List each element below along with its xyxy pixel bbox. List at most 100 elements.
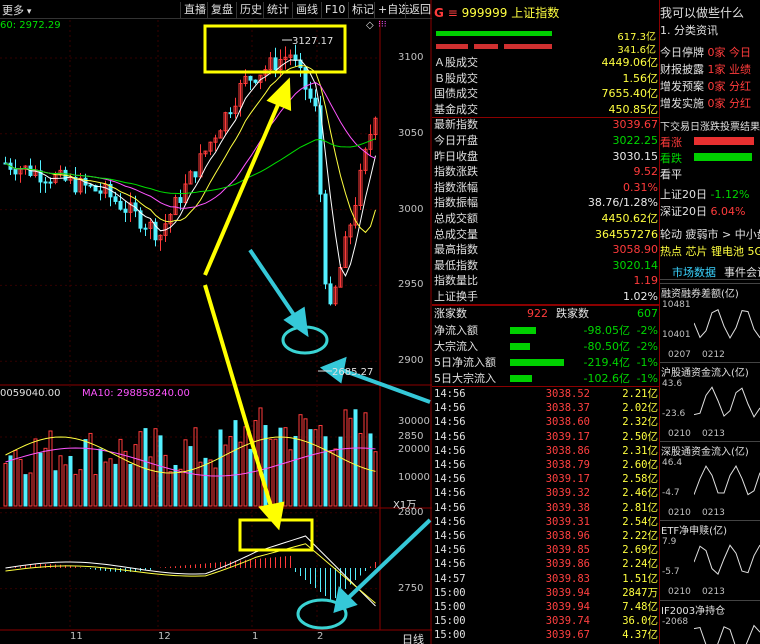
quote-key: 指数涨幅 (434, 180, 478, 194)
volume-bar (318, 424, 323, 507)
candle (38, 160, 43, 193)
side-stat-key: 今日停牌 (660, 46, 704, 59)
tick-price: 3039.86 (545, 558, 590, 571)
tick-amount: 2.22亿 (622, 530, 658, 542)
mini-panel-ytick: 10481 (662, 300, 691, 310)
candle (83, 173, 88, 194)
volume-bar (28, 472, 33, 507)
price-tick: 3000 (398, 203, 424, 215)
quote-value: 1.19 (633, 274, 659, 288)
flow-key: 5日大宗流入 (434, 372, 496, 385)
toolbar-button-1[interactable]: 复盘 (207, 2, 236, 18)
toolbar-button-4[interactable]: 画线 (292, 2, 321, 18)
vol-label-a: 0059040.00 (0, 388, 61, 399)
volume-bar (308, 429, 313, 507)
volume-bar (163, 454, 168, 507)
side-index: 上证20日 -1.12% (660, 186, 760, 202)
toolbar-button-5[interactable]: F10 (321, 2, 348, 18)
quote-key: 指数量比 (434, 274, 478, 288)
toolbar-button-3[interactable]: 统计 (263, 2, 292, 18)
kline-chart[interactable]: 3127.17 2685.27 (0, 0, 432, 644)
quote-value: 3039.67 (612, 118, 659, 132)
price-tick: 3100 (398, 52, 424, 63)
candle (98, 183, 103, 201)
settings-icon[interactable]: ⁝⁝⁝ (378, 20, 387, 30)
volume-bar (3, 462, 8, 507)
mini-panel-line (694, 624, 760, 644)
candle (68, 173, 73, 185)
quote-value: 3058.90 (612, 243, 659, 257)
toolbar-button-6[interactable]: 标记 (348, 2, 377, 18)
tab-events[interactable]: 事件会议 (724, 264, 760, 280)
tick-time: 15:00 (434, 615, 466, 628)
stock-code: 999999 (461, 6, 508, 20)
mini-panel-xtick: 0210 (668, 508, 691, 518)
tab-market-data[interactable]: 市场数据 (672, 264, 716, 280)
volume-bar (373, 451, 378, 507)
tick-price: 3038.52 (545, 388, 590, 400)
side-tabs: 市场数据 事件会议 (660, 262, 760, 280)
tick-amount: 2.32亿 (622, 416, 658, 429)
tick-amount: 2.60亿 (622, 459, 658, 471)
quote-key: 今日开盘 (434, 134, 478, 147)
side-stat[interactable]: 财报披露 1家 业绩 (660, 61, 760, 77)
volume-bar (288, 449, 293, 507)
period-label[interactable]: 日线 (402, 631, 424, 644)
quote-value: 4450.62亿 (601, 212, 659, 225)
price-tick: 2750 (398, 582, 424, 594)
side-stat[interactable]: 增发实施 0家 分红 (660, 95, 760, 111)
bar-val-2: 341.6亿 (617, 45, 656, 56)
vol-tick: 20000 (398, 444, 430, 455)
side-stat[interactable]: 今日停牌 0家 今日 (660, 44, 760, 60)
tick-time: 14:56 (434, 501, 466, 514)
quote-row: 最低指数 3020.14 (432, 258, 660, 274)
volume-bar (103, 461, 108, 507)
price-tick: 2800 (398, 506, 424, 518)
volume-bar (43, 447, 48, 507)
volume-bar (143, 428, 148, 507)
quote-key: 总成交量 (434, 227, 478, 241)
high-label: 3127.17 (292, 36, 333, 47)
volume-bar (53, 470, 58, 507)
tick-amount: 2.58亿 (622, 473, 658, 486)
tick-price: 3039.32 (545, 487, 590, 500)
candle (223, 111, 228, 136)
question-item[interactable]: 1. 分类资讯 (660, 22, 760, 38)
toolbar-button-0[interactable]: 直播 (180, 2, 209, 18)
side-stat[interactable]: 增发预案 0家 分红 (660, 78, 760, 94)
side-index-val: -1.12% (710, 188, 750, 201)
candle (13, 159, 18, 181)
tick-amount: 2.81亿 (622, 501, 658, 514)
volume-bar (303, 418, 308, 507)
diamond-icon[interactable]: ◇ (366, 20, 374, 31)
side-stat-val: 0家 分红 (707, 97, 752, 110)
candle (358, 163, 363, 210)
tick-row: 14:56 3038.96 2.22亿 (432, 529, 660, 544)
tick-price: 3039.17 (545, 473, 590, 486)
mini-panel-xtick: 0213 (702, 508, 725, 518)
flow-pct: -2% (636, 340, 658, 353)
toolbar-button-2[interactable]: 历史 (236, 2, 265, 18)
menu-icon[interactable]: ≡ (448, 6, 462, 20)
amount-bar-red-small (436, 44, 468, 49)
flow-key: 5日净流入额 (434, 356, 496, 369)
quote-key: 基金成交 (434, 102, 478, 116)
down-val: 607 (637, 307, 658, 320)
volume-bar (173, 464, 178, 507)
quote-value: 3020.14 (612, 258, 659, 272)
tick-amount: 2.46亿 (622, 487, 658, 500)
tick-row: 14:56 3039.17 2.50亿 (432, 430, 660, 445)
candle (108, 179, 113, 207)
quote-value: 7655.40亿 (601, 87, 659, 101)
tick-time: 14:56 (434, 530, 466, 542)
toolbar-button-8[interactable]: 返回 (405, 2, 434, 18)
quote-key: 最低指数 (434, 258, 478, 272)
volume-bar (88, 432, 93, 507)
mini-panel: 沪股通资金流入(亿) 43.6 -23.6 0210 0213 (660, 362, 760, 440)
flow-bar (510, 375, 532, 382)
tick-price: 3039.83 (545, 572, 590, 585)
candle (173, 194, 178, 216)
quote-value: 450.85亿 (608, 102, 659, 116)
tick-price: 3039.17 (545, 430, 590, 443)
quote-row: 昨日收盘 3030.15 (432, 149, 660, 165)
